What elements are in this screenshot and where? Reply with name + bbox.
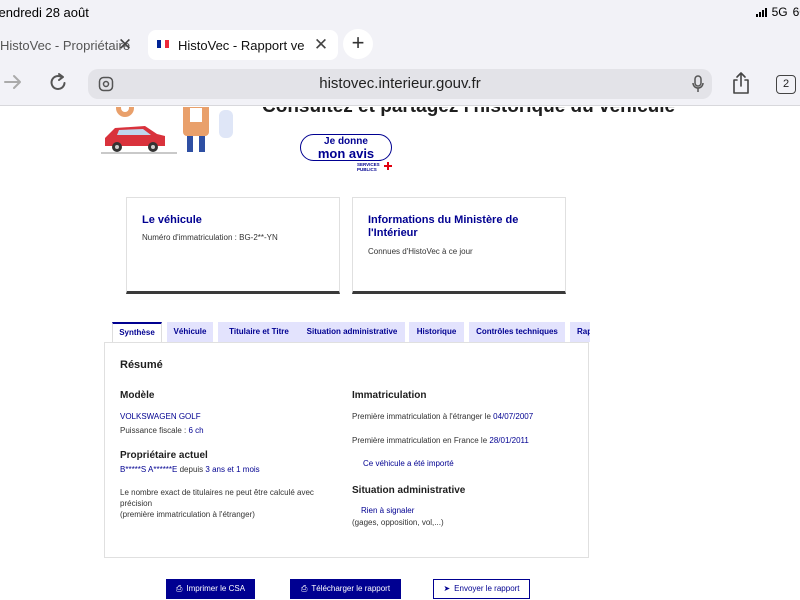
plus-icon: +: [351, 30, 365, 55]
print-csa-button[interactable]: ⎙ Imprimer le CSA: [166, 579, 255, 599]
immatriculation-heading: Immatriculation: [352, 390, 427, 401]
titulaires-note-line-3: (première immatriculation à l'étranger): [120, 510, 255, 519]
tab-controles-techniques[interactable]: Contrôles techniques: [469, 322, 565, 342]
microphone-icon[interactable]: [692, 75, 704, 98]
tab-count-button[interactable]: 2: [776, 75, 796, 94]
premiere-etranger-row: Première immatriculation à l'étranger le…: [352, 411, 533, 422]
close-icon[interactable]: ✕: [117, 36, 133, 53]
tab-situation-administrative[interactable]: Situation administrative: [299, 322, 405, 342]
gages-note: (gages, opposition, vol,...): [352, 518, 444, 527]
feedback-line-2: mon avis: [317, 146, 375, 161]
hero-title: Consultez et partagez l'historique du vé…: [262, 107, 675, 118]
vehicule-importe-link[interactable]: Ce véhicule a été importé: [363, 459, 454, 468]
vehicle-card-title: Le véhicule: [142, 214, 202, 226]
synthese-panel: Résumé Modèle VOLKSWAGEN GOLF Puissance …: [104, 342, 589, 558]
resume-heading: Résumé: [120, 359, 163, 371]
french-flag-icon: [157, 40, 169, 48]
web-page: Consultez et partagez l'historique du vé…: [0, 107, 800, 600]
services-publics-logo: SERVICES PUBLICS: [357, 162, 380, 172]
proprietaire-heading: Propriétaire actuel: [120, 450, 208, 461]
tab-titulaire-titre[interactable]: Titulaire et Titre: [218, 322, 300, 342]
car-illustration: [101, 107, 233, 154]
send-report-label: Envoyer le rapport: [454, 584, 520, 593]
modele-value: VOLKSWAGEN GOLF: [120, 412, 201, 421]
arrow-right-icon[interactable]: [4, 72, 22, 96]
browser-toolbar: histovec.interieur.gouv.fr 2: [0, 62, 800, 106]
titulaires-note-line-1: Le nombre exact de titulaires ne peut êt…: [120, 488, 314, 497]
browser-tab-proprietaire[interactable]: HistoVec - Propriétaire ✕: [0, 30, 142, 60]
premiere-etranger-date: 04/07/2007: [493, 412, 534, 421]
premiere-etranger-label: Première immatriculation à l'étranger le: [352, 412, 491, 421]
proprietaire-duration: 3 ans et 1 mois: [205, 465, 260, 474]
status-bar: vendredi 28 août 5G 60: [0, 0, 800, 26]
proprietaire-name: B*****S A******E: [120, 465, 178, 474]
send-report-button[interactable]: ➤ Envoyer le rapport: [433, 579, 530, 599]
status-indicators: 5G 60: [755, 5, 800, 19]
proprietaire-row: B*****S A******E depuis 3 ans et 1 mois: [120, 464, 260, 475]
titulaires-note: Le nombre exact de titulaires ne peut êt…: [120, 487, 314, 520]
report-tabs: Synthèse Véhicule Titulaire et Titre Sit…: [112, 322, 590, 342]
network-label: 5G: [771, 5, 788, 19]
puissance-label: Puissance fiscale :: [120, 426, 187, 435]
battery-label: 60: [792, 5, 800, 19]
url-text: histovec.interieur.gouv.fr: [319, 75, 481, 92]
premiere-france-row: Première immatriculation en France le 28…: [352, 435, 529, 446]
give-feedback-button[interactable]: Je donne mon avis: [300, 134, 392, 161]
services-publics-cross-icon: [384, 162, 392, 170]
vehicle-card: Le véhicule Numéro d'immatriculation : B…: [126, 197, 340, 294]
titulaires-note-line-2: précision: [120, 499, 153, 508]
download-report-label: Télécharger le rapport: [311, 584, 391, 593]
new-tab-button[interactable]: +: [343, 29, 373, 59]
signal-icon: [755, 7, 767, 17]
tab-vehicule[interactable]: Véhicule: [167, 322, 213, 342]
download-report-button[interactable]: ⎙ Télécharger le rapport: [290, 579, 401, 599]
vehicle-card-plate: Numéro d'immatriculation : BG-2**-YN: [142, 233, 278, 242]
modele-heading: Modèle: [120, 390, 155, 401]
address-bar[interactable]: histovec.interieur.gouv.fr: [88, 69, 712, 99]
browser-tab-label: HistoVec - Rapport vendeur: [178, 37, 304, 53]
ministry-card-subtitle: Connues d'HistoVec à ce jour: [368, 247, 473, 256]
ministry-card: Informations du Ministère de l'Intérieur…: [352, 197, 566, 294]
premiere-france-label: Première immatriculation en France le: [352, 436, 488, 445]
print-csa-label: Imprimer le CSA: [186, 584, 246, 593]
status-date: vendredi 28 août: [0, 5, 89, 20]
printer-icon: ⎙: [175, 584, 183, 593]
premiere-france-date: 28/01/2011: [489, 436, 529, 445]
proprietaire-depuis: depuis: [179, 465, 204, 474]
tab-rapport[interactable]: Rapport: [570, 322, 590, 342]
puissance-row: Puissance fiscale : 6 ch: [120, 425, 204, 436]
browser-tab-strip: HistoVec - Propriétaire ✕ HistoVec - Rap…: [0, 26, 800, 62]
situation-heading: Situation administrative: [352, 485, 466, 496]
tab-historique[interactable]: Historique: [409, 322, 464, 342]
ministry-card-title: Informations du Ministère de l'Intérieur: [368, 214, 519, 239]
browser-tab-rapport[interactable]: HistoVec - Rapport vendeur ✕: [148, 30, 338, 60]
reload-icon[interactable]: [48, 72, 68, 96]
tab-synthese[interactable]: Synthèse: [112, 322, 162, 342]
send-icon: ➤: [443, 584, 451, 593]
puissance-value: 6 ch: [188, 426, 204, 435]
rien-a-signaler-link[interactable]: Rien à signaler: [361, 506, 414, 515]
printer-icon: ⎙: [300, 584, 308, 593]
close-icon[interactable]: ✕: [313, 36, 329, 53]
browser-tab-label: HistoVec - Propriétaire: [0, 37, 131, 53]
share-icon[interactable]: [731, 71, 751, 99]
